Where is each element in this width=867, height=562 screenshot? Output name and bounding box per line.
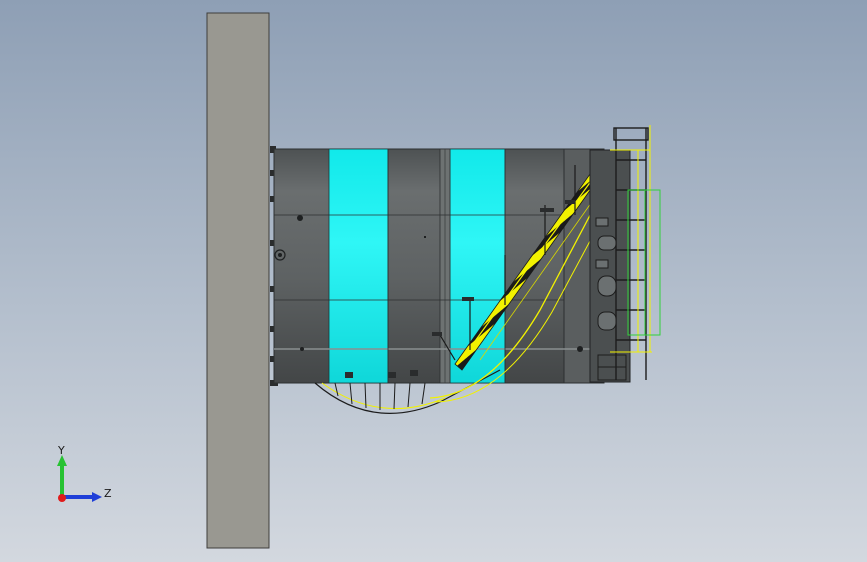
- tank-body[interactable]: [273, 148, 605, 384]
- tank-band-left: [328, 148, 389, 384]
- top-platform[interactable]: [589, 125, 661, 383]
- orientation-triad: Y Z: [57, 444, 112, 502]
- model-scene[interactable]: [0, 0, 867, 562]
- z-axis-label: Z: [104, 487, 112, 500]
- wall-slab: [206, 12, 270, 549]
- y-axis-label: Y: [57, 444, 65, 457]
- x-axis: [58, 494, 66, 502]
- cad-viewport[interactable]: Y Z: [0, 0, 867, 562]
